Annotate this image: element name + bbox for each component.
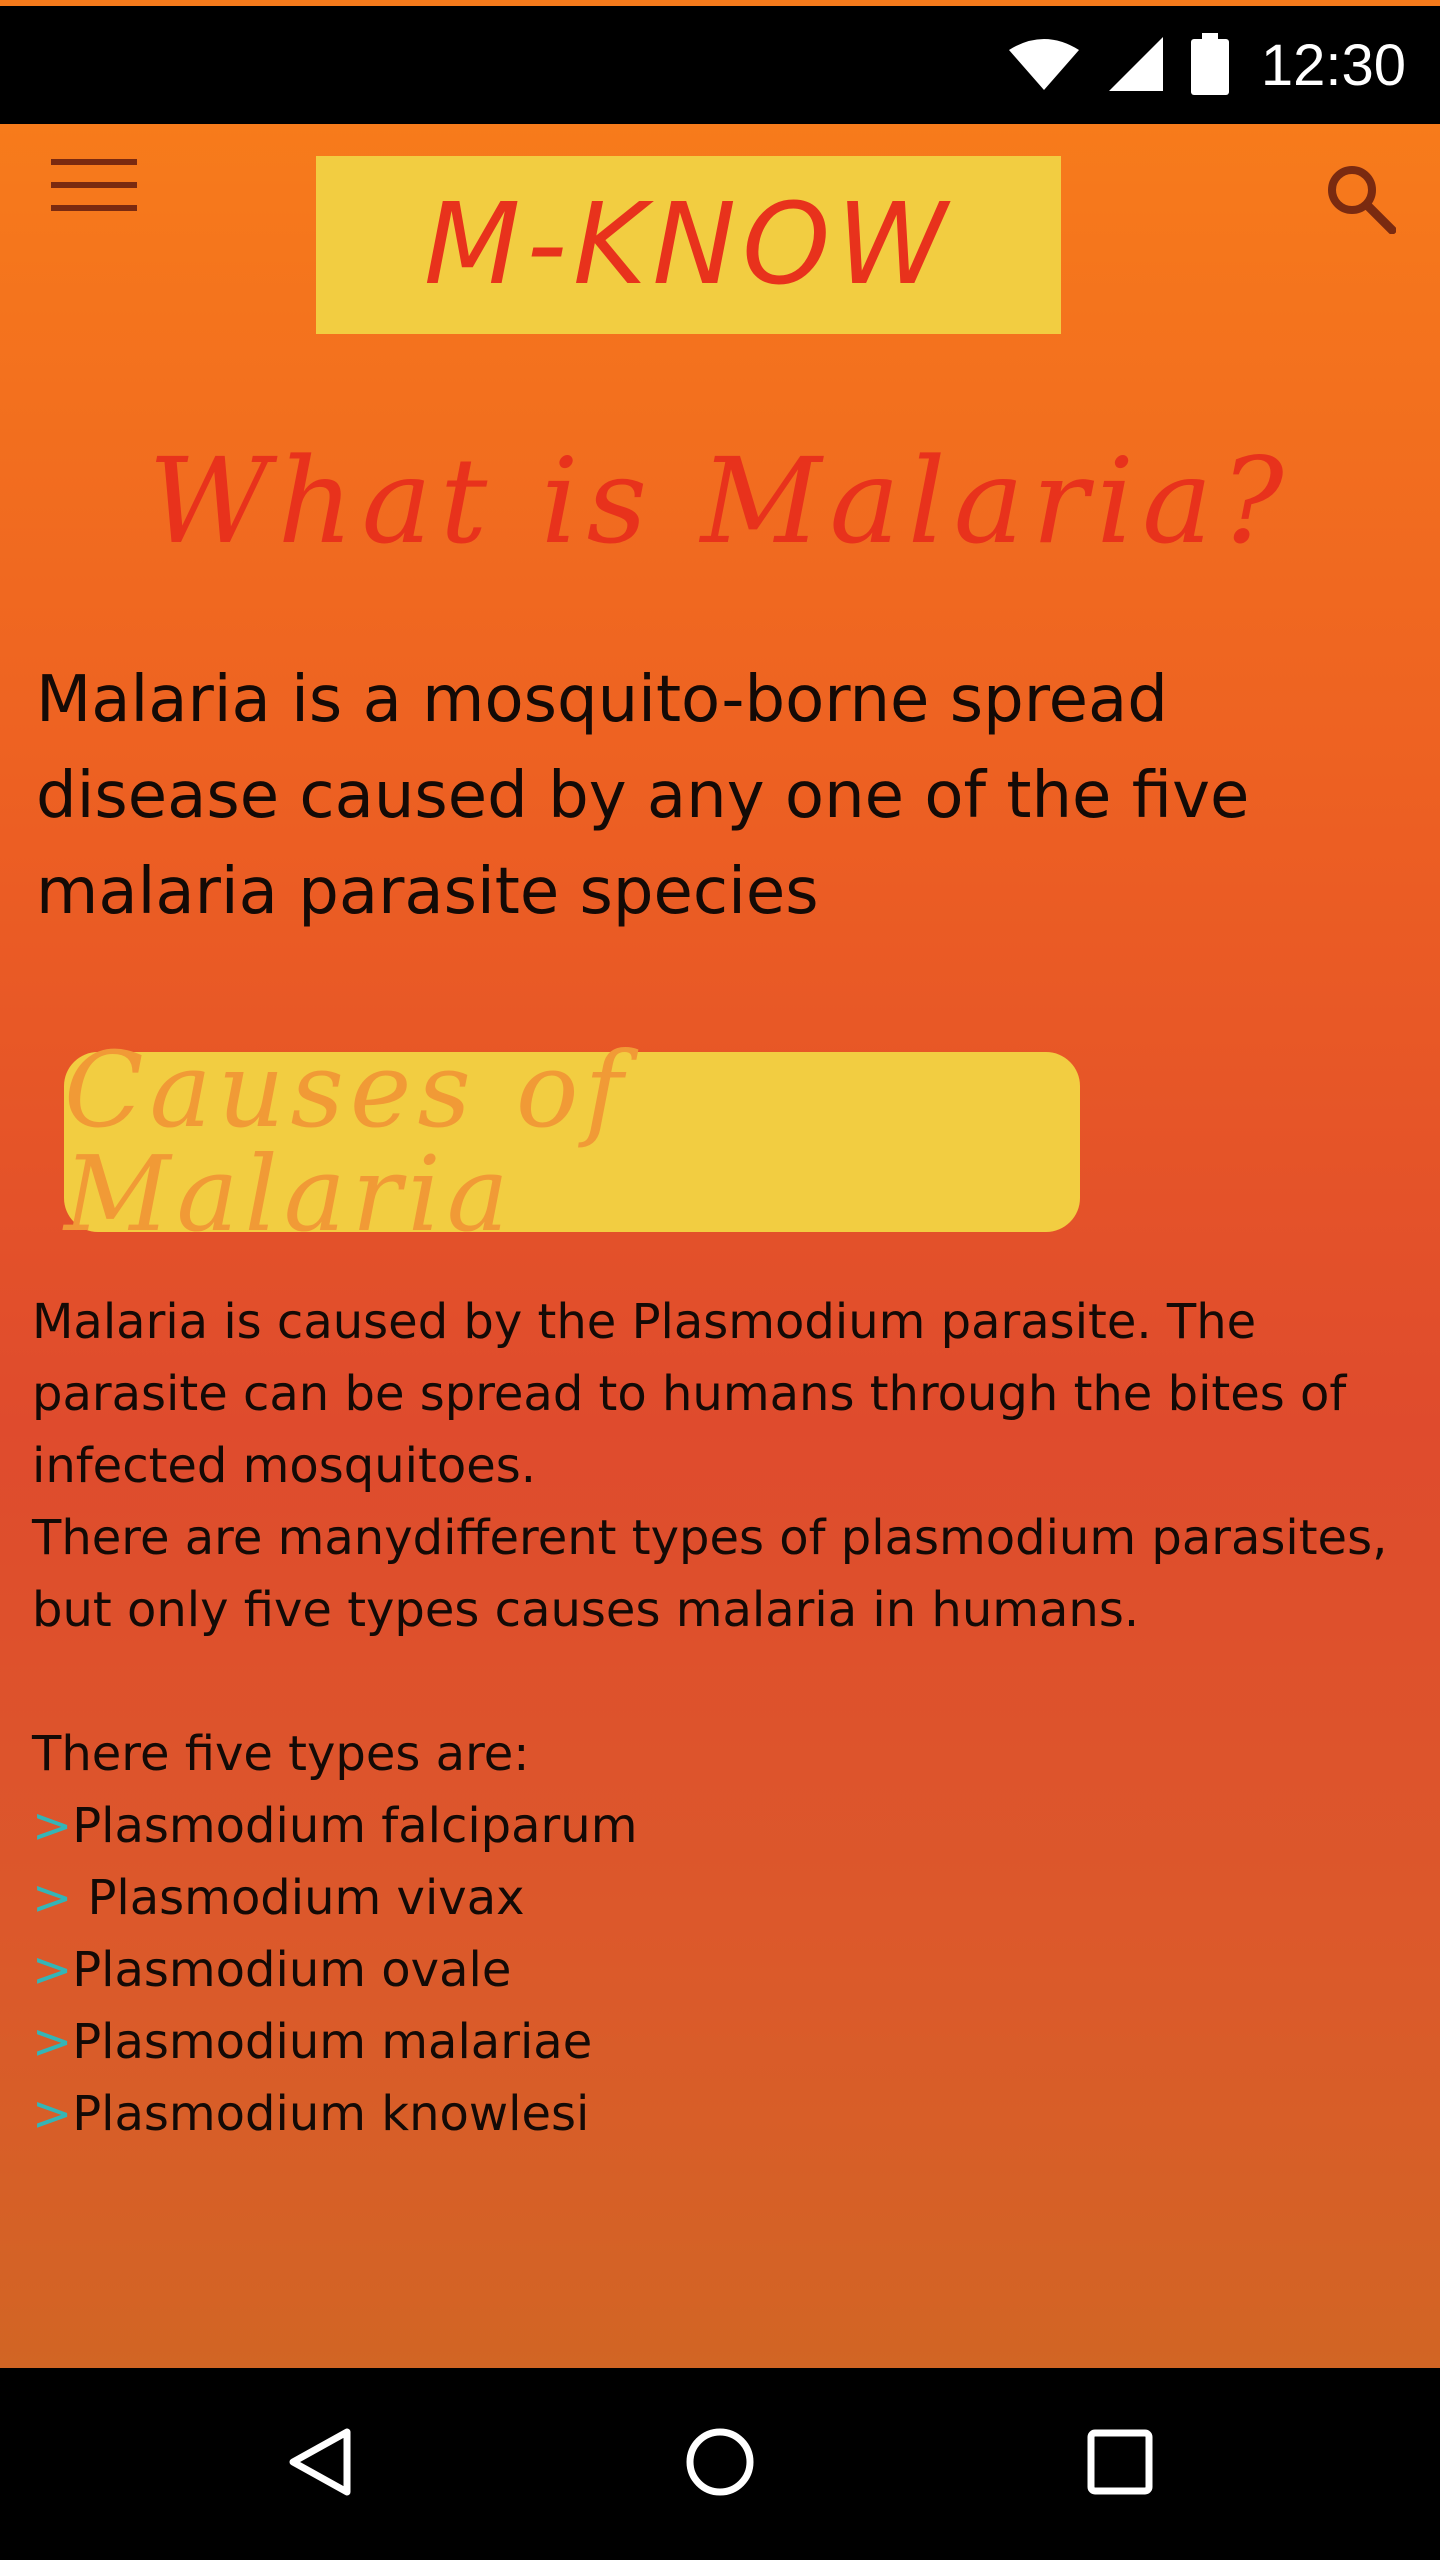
list-item: >Plasmodium ovale [32, 1934, 1412, 2006]
arrow-marker: > [32, 1870, 73, 1926]
list-item-label: Plasmodium malariae [72, 2014, 593, 2070]
list-item: >Plasmodium falciparum [32, 1790, 1412, 1862]
arrow-marker: > [32, 2086, 73, 2142]
back-button[interactable] [260, 2408, 380, 2520]
arrow-marker: > [32, 1942, 73, 1998]
home-button[interactable] [660, 2408, 780, 2520]
battery-icon [1190, 32, 1229, 100]
arrow-marker: > [32, 2014, 73, 2070]
hamburger-menu-icon [51, 157, 137, 218]
recents-icon [1086, 2428, 1154, 2501]
app-screen: M-KNOW What is Malaria? Malaria is a mos… [0, 124, 1440, 2368]
intro-text: Malaria is a mosquito-borne spread disea… [36, 663, 1250, 929]
home-icon [684, 2426, 756, 2503]
list-item-label: Plasmodium falciparum [72, 1798, 638, 1854]
section-heading: Causes of Malaria [64, 1029, 630, 1255]
list-item: >Plasmodium malariae [32, 2006, 1412, 2078]
navigation-bar [0, 2368, 1440, 2560]
menu-button[interactable] [48, 150, 140, 224]
causes-paragraph-2: There are manydifferent types of plasmod… [32, 1510, 1388, 1638]
logo-text: M-KNOW [423, 180, 954, 310]
search-icon [1324, 162, 1397, 239]
status-bar: 12:30 [0, 0, 1440, 124]
section-heading-box: Causes of Malaria [64, 1038, 1080, 1246]
wifi-icon [1007, 36, 1081, 97]
recents-button[interactable] [1060, 2408, 1180, 2520]
list-item-label: Plasmodium vivax [72, 1870, 525, 1926]
status-icons: 12:30 [1007, 24, 1406, 108]
arrow-marker: > [32, 1798, 73, 1854]
cell-signal-icon [1107, 35, 1165, 98]
list-item-label: Plasmodium ovale [72, 1942, 512, 1998]
app-logo: M-KNOW [316, 156, 1061, 334]
types-intro: There five types are: [32, 1726, 530, 1782]
page-title: What is Malaria? [148, 432, 1292, 570]
causes-body: Malaria is caused by the Plasmodium para… [32, 1286, 1412, 2150]
list-item-label: Plasmodium knowlesi [72, 2086, 590, 2142]
list-item: >Plasmodium knowlesi [32, 2078, 1412, 2150]
search-button[interactable] [1320, 160, 1400, 240]
status-clock: 12:30 [1260, 33, 1406, 98]
list-item: > Plasmodium vivax [32, 1862, 1412, 1934]
causes-paragraph-1: Malaria is caused by the Plasmodium para… [32, 1294, 1347, 1494]
back-icon [285, 2426, 355, 2503]
